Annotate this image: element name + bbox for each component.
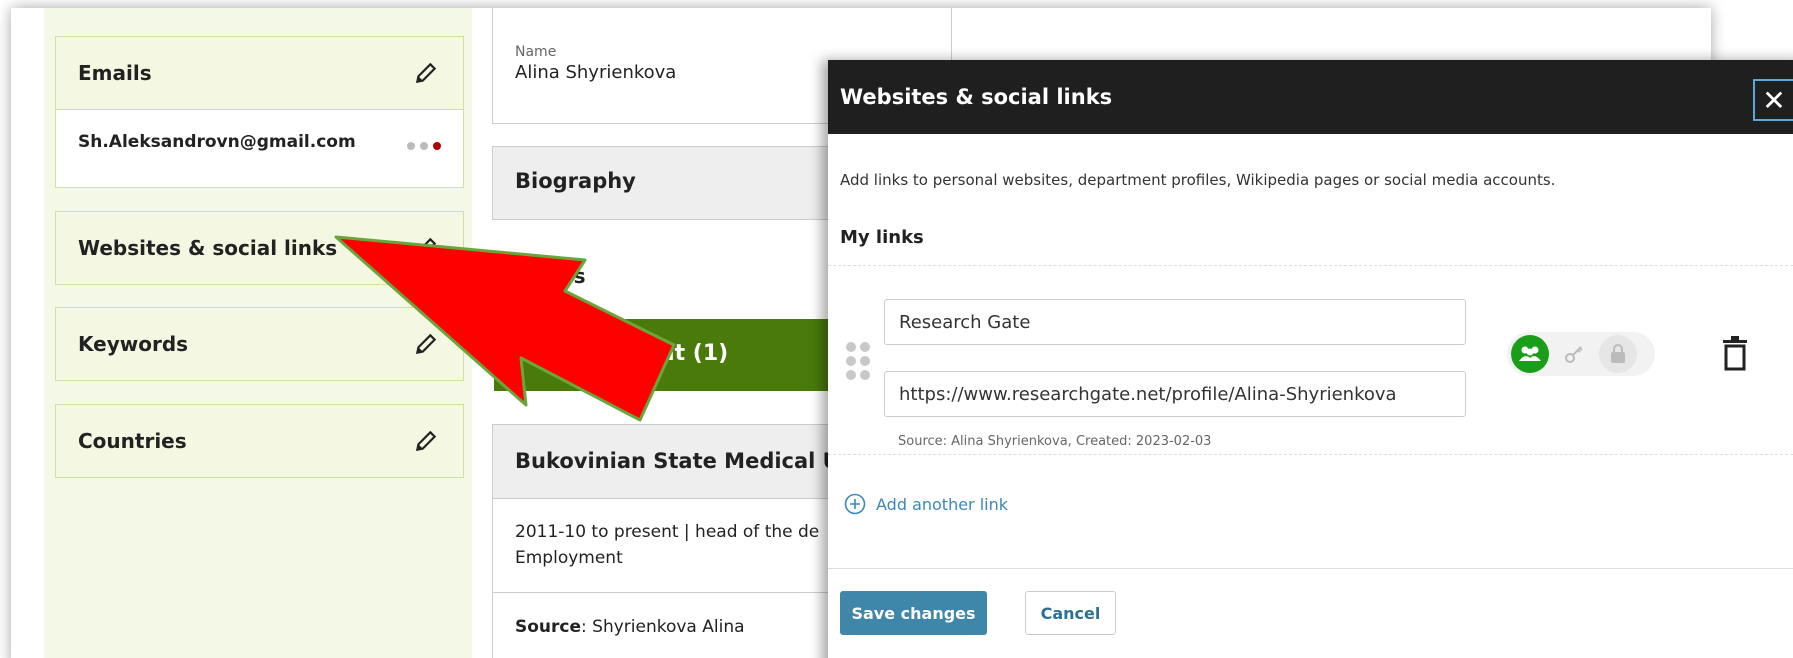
org-source-value: : Shyrienkova Alina: [581, 617, 745, 637]
websites-modal: Websites & social links ✕ Add links to p…: [828, 60, 1793, 658]
dot: [407, 142, 415, 150]
link-url-input[interactable]: https://www.researchgate.net/profile/Ali…: [884, 371, 1466, 417]
dot: [420, 142, 428, 150]
my-links-heading: My links: [840, 227, 924, 248]
link-row: Research Gate https://www.researchgate.n…: [828, 265, 1793, 455]
edit-pencil-icon[interactable]: [413, 60, 439, 86]
modal-description: Add links to personal websites, departme…: [840, 171, 1556, 189]
add-another-link-label: Add another link: [876, 494, 1009, 514]
everyone-visibility-icon[interactable]: [1511, 335, 1549, 373]
emails-header: Emails: [56, 37, 463, 109]
biography-title: Biography: [515, 169, 636, 193]
close-icon[interactable]: ✕: [1753, 79, 1793, 121]
countries-title: Countries: [78, 429, 187, 453]
modal-footer: Save changes Cancel: [828, 568, 1793, 658]
email-address: Sh.Aleksandrovn@gmail.com: [78, 132, 356, 152]
dot: [433, 142, 441, 150]
plus-circle-icon: [844, 493, 866, 515]
emails-card: Emails Sh.Aleksandrovn@gmail.com: [55, 36, 464, 188]
name-label: Name: [515, 44, 557, 60]
link-source-note: Source: Alina Shyrienkova, Created: 2023…: [898, 434, 1212, 449]
save-changes-button[interactable]: Save changes: [840, 591, 987, 635]
visibility-dots[interactable]: [407, 142, 441, 150]
email-row: Sh.Aleksandrovn@gmail.com: [56, 109, 463, 187]
trusted-key-icon[interactable]: [1555, 335, 1593, 373]
websites-title: Websites & social links: [78, 236, 338, 260]
add-another-link[interactable]: Add another link: [844, 493, 1008, 515]
keywords-title: Keywords: [78, 332, 189, 356]
red-arrow-annotation: [334, 235, 676, 422]
trash-icon[interactable]: [1721, 336, 1749, 372]
modal-title: Websites & social links: [840, 85, 1113, 109]
drag-handle-icon[interactable]: [846, 342, 870, 380]
modal-header: Websites & social links ✕: [828, 60, 1793, 134]
private-lock-icon[interactable]: [1599, 335, 1637, 373]
visibility-selector: [1507, 332, 1655, 376]
cancel-button[interactable]: Cancel: [1025, 591, 1116, 635]
org-source-label: Source: [515, 617, 582, 637]
emails-title: Emails: [78, 61, 152, 85]
link-name-input[interactable]: Research Gate: [884, 299, 1466, 345]
